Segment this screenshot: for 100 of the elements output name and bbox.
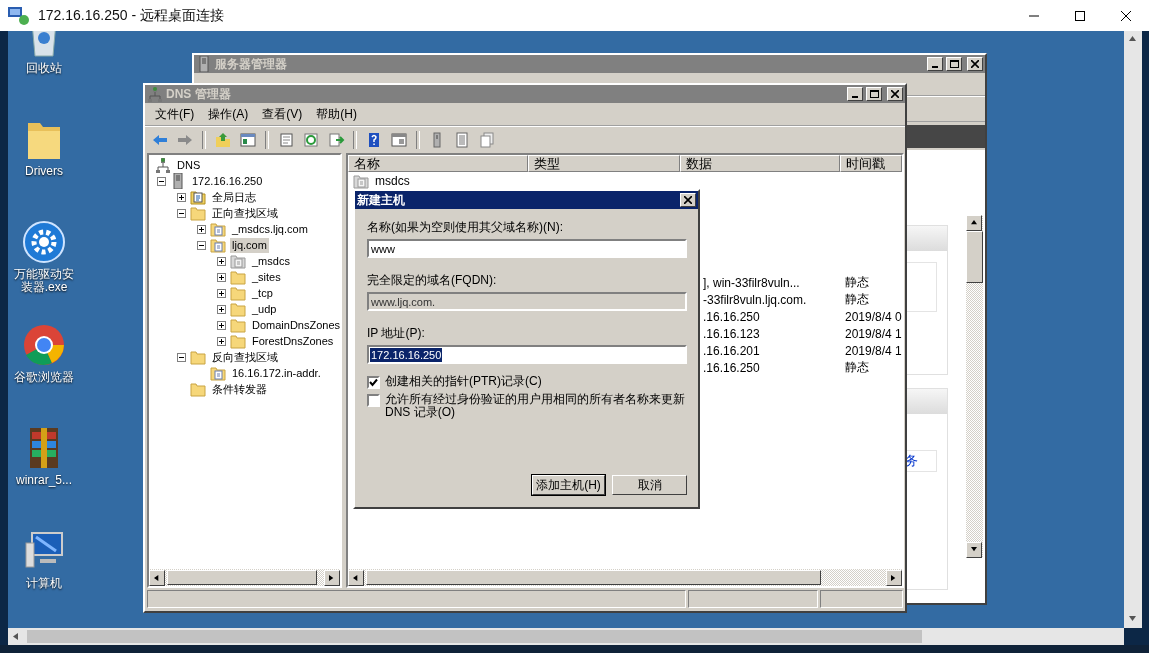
table-cell-text: ], win-33filr8vuln... — [702, 275, 800, 290]
scroll-up-button[interactable] — [966, 215, 982, 231]
menu-item[interactable]: 帮助(H) — [310, 103, 363, 125]
plus-icon — [218, 289, 225, 297]
tree-item[interactable]: 条件转发器 — [210, 381, 269, 397]
browser-icon[interactable] — [22, 323, 66, 367]
close-button[interactable] — [967, 57, 983, 71]
menu-item[interactable]: 操作(A) — [202, 103, 255, 125]
scroll-down-button[interactable] — [966, 542, 982, 558]
field-label: 完全限定的域名(FQDN): — [367, 272, 498, 289]
column-header[interactable]: 时间戳 — [840, 155, 902, 172]
close-icon — [1120, 9, 1132, 22]
checkbox[interactable] — [367, 394, 380, 407]
collapse-button[interactable] — [197, 240, 206, 250]
add-host-button[interactable]: 添加主机(H) — [532, 475, 605, 495]
close-icon — [971, 60, 979, 68]
folder-icon — [230, 301, 246, 317]
tree-item[interactable]: _tcp — [250, 285, 275, 301]
gear-icon[interactable] — [22, 220, 66, 264]
panel-icon[interactable] — [237, 130, 259, 150]
arrow-down-icon — [971, 547, 977, 553]
plus-icon — [218, 337, 225, 345]
scrollbar-thumb[interactable] — [167, 570, 317, 585]
zone-icon — [210, 365, 226, 381]
tree-item[interactable]: DNS — [175, 157, 203, 173]
zone-icon — [230, 253, 246, 269]
tree-item[interactable]: 反向查找区域 — [210, 349, 280, 365]
plus-icon — [218, 257, 225, 265]
column-header[interactable]: 数据 — [680, 155, 840, 172]
expand-button[interactable] — [217, 336, 226, 346]
minimize-button[interactable] — [927, 57, 943, 71]
desktop-icon-label[interactable]: winrar_5... — [11, 474, 77, 487]
scrollbar-thumb[interactable] — [966, 231, 983, 283]
close-button[interactable] — [887, 87, 903, 101]
collapse-button[interactable] — [177, 208, 186, 218]
zone-icon — [210, 237, 226, 253]
expand-button[interactable] — [217, 256, 226, 266]
table-cell-text: .16.16.123 — [702, 326, 760, 341]
expand-button[interactable] — [217, 304, 226, 314]
maximize-icon — [949, 60, 959, 68]
folder-icon — [190, 381, 206, 397]
tree-item[interactable]: 172.16.16.250 — [190, 173, 265, 189]
desktop-icon-label[interactable]: Drivers — [11, 165, 77, 178]
expand-button[interactable] — [217, 320, 226, 330]
scroll-right-button[interactable] — [324, 569, 340, 586]
desktop-icon-label[interactable]: 谷歌浏览器 — [11, 371, 77, 384]
checkmark-icon — [369, 378, 378, 387]
tree-item[interactable]: DomainDnsZones — [250, 317, 340, 333]
checkbox-label[interactable]: 允许所有经过身份验证的用户用相同的所有者名称来更新DNS 记录(O) — [385, 393, 687, 419]
tree-item[interactable]: ljq.com — [230, 237, 269, 253]
collapse-button[interactable] — [157, 176, 166, 186]
expand-button[interactable] — [217, 272, 226, 282]
menu-item[interactable]: 查看(V) — [256, 103, 309, 125]
checkbox[interactable] — [367, 376, 380, 389]
network-icon — [155, 157, 171, 173]
expand-button[interactable] — [197, 224, 206, 234]
desktop-icon-label[interactable]: 回收站 — [11, 62, 77, 75]
tree-item[interactable]: _udp — [250, 301, 279, 317]
minimize-button[interactable] — [847, 87, 863, 101]
field-label: IP 地址(P): — [367, 325, 426, 342]
tree-item[interactable]: _msdcs — [250, 253, 292, 269]
window-title: 服务器管理器 — [215, 55, 288, 73]
maximize-button[interactable] — [866, 87, 882, 101]
desktop-icon-label[interactable]: 计算机 — [11, 577, 77, 590]
folder-icon — [190, 349, 206, 365]
menu-item[interactable]: 文件(F) — [149, 103, 201, 125]
tree-item[interactable]: _sites — [250, 269, 283, 285]
scrollbar-thumb[interactable] — [27, 630, 922, 643]
expand-button[interactable] — [177, 192, 186, 202]
maximize-icon — [869, 90, 879, 98]
tree-item[interactable]: 正向查找区域 — [210, 205, 280, 221]
checkbox-label[interactable]: 创建相关的指针(PTR)记录(C) — [385, 375, 542, 388]
scroll-left-button[interactable] — [348, 569, 364, 586]
column-header[interactable]: 类型 — [528, 155, 680, 172]
scroll-left-button[interactable] — [149, 569, 165, 586]
arrow-right-icon — [890, 574, 897, 581]
desktop-icon-label[interactable]: 万能驱动安装器.exe — [11, 268, 77, 294]
link[interactable]: 务 — [905, 452, 918, 470]
plus-icon — [218, 321, 225, 329]
server-manager-icon — [196, 56, 212, 72]
tree-item[interactable]: 全局日志 — [210, 189, 258, 205]
arrow-left-icon — [353, 574, 359, 581]
scrollbar-thumb[interactable] — [366, 570, 821, 585]
table-cell-text: 2019/8/4 1 — [844, 343, 902, 358]
collapse-button[interactable] — [177, 352, 186, 362]
input-field[interactable]: www — [367, 239, 687, 258]
tree-item[interactable]: 16.16.172.in-addr. — [230, 365, 323, 381]
cancel-button[interactable]: 取消 — [612, 475, 687, 495]
column-header[interactable]: 名称 — [348, 155, 528, 172]
input-field[interactable]: 172.16.16.250 — [367, 345, 687, 364]
window-icon[interactable] — [388, 130, 410, 150]
tree-item[interactable]: ForestDnsZones — [250, 333, 336, 349]
tree-item[interactable]: _msdcs.ljq.com — [230, 221, 310, 237]
maximize-button[interactable] — [946, 57, 962, 71]
close-icon — [891, 90, 899, 98]
server-icon — [170, 173, 186, 189]
scroll-right-button[interactable] — [885, 569, 902, 586]
expand-button[interactable] — [217, 288, 226, 298]
log-icon — [190, 189, 206, 205]
close-button[interactable] — [680, 193, 696, 207]
